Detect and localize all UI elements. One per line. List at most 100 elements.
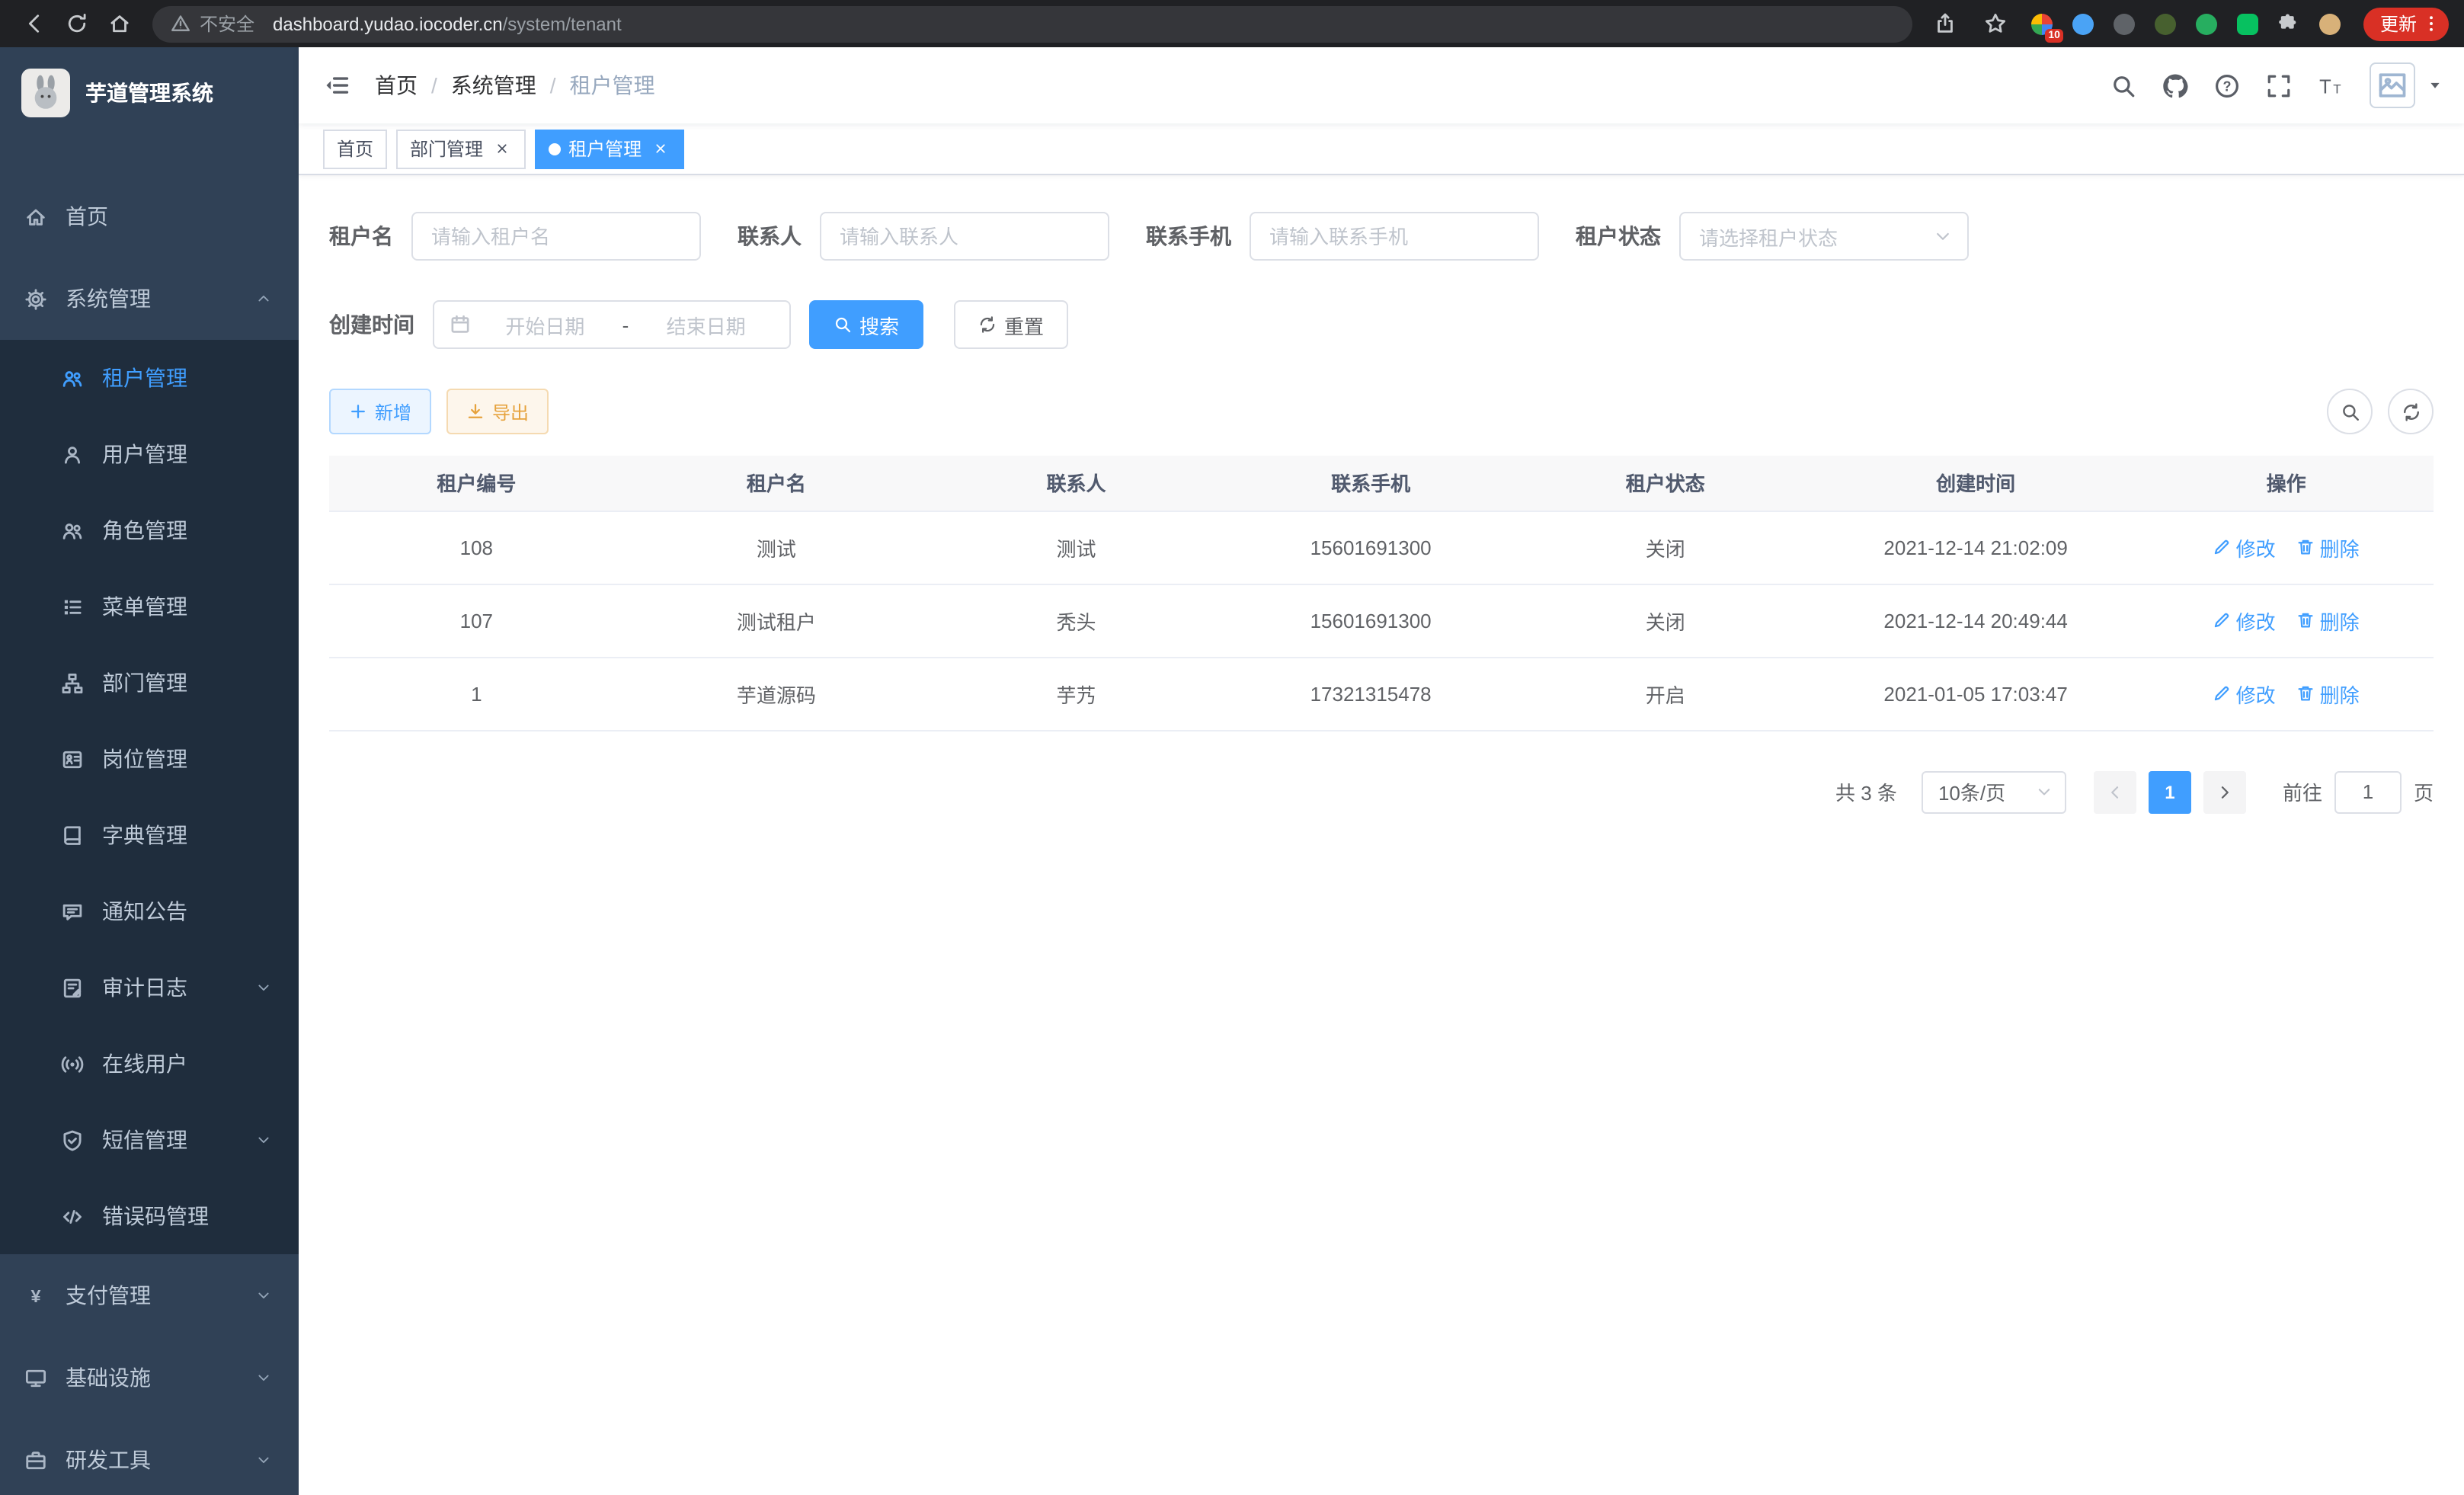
navbar-actions: ? TT [2110,62,2464,108]
table-toolbar: 新增 导出 [329,389,2434,434]
prev-page-button[interactable] [2094,770,2136,813]
cell-status: 关闭 [1518,511,1813,584]
calendar-icon [450,314,471,335]
create-time-field: 创建时间 开始日期 - 结束日期 [329,300,791,349]
help-icon[interactable]: ? [2214,72,2240,98]
kebab-menu-icon[interactable] [2421,14,2441,34]
sidebar-item-post[interactable]: 岗位管理 [0,721,299,797]
not-secure-label: 不安全 [200,11,254,37]
next-page-button[interactable] [2203,770,2246,813]
close-icon[interactable] [649,138,670,159]
sidebar-item-role[interactable]: 角色管理 [0,492,299,568]
column-header-created: 创建时间 [1813,456,2139,511]
sidebar: 芋道管理系统 首页 系统管理 租户管理 [0,47,299,1495]
search-icon[interactable] [2110,72,2136,98]
tag-dept[interactable]: 部门管理 [396,129,526,168]
app-logo[interactable]: 芋道管理系统 [0,47,299,139]
active-dot [549,142,561,155]
edit-label: 修改 [2236,606,2276,635]
tags-view: 首页 部门管理 租户管理 [299,123,2464,175]
extension-icon[interactable] [2069,10,2097,37]
plus-icon [349,402,367,421]
contact-input[interactable] [820,212,1109,261]
bookmark-star-icon[interactable] [1978,5,2014,42]
close-icon[interactable] [491,138,512,159]
delete-button[interactable]: 删除 [2297,606,2360,635]
browser-profile-avatar[interactable] [2316,10,2344,37]
sidebar-item-label: 租户管理 [102,363,187,393]
sidebar-item-online-user[interactable]: 在线用户 [0,1026,299,1102]
edit-button[interactable]: 修改 [2213,533,2276,562]
sidebar-item-user[interactable]: 用户管理 [0,416,299,492]
tag-home[interactable]: 首页 [323,129,387,168]
extensions-puzzle-icon[interactable] [2275,10,2302,37]
github-icon[interactable] [2162,72,2188,98]
add-button-label: 新增 [375,399,411,424]
extension-icon[interactable] [2152,10,2179,37]
profile-avatar-icon [2319,13,2341,34]
tenant-status-select[interactable]: 请选择租户状态 [1679,212,1969,261]
update-button[interactable]: 更新 [2363,7,2449,40]
edit-button[interactable]: 修改 [2213,606,2276,635]
extension-icon[interactable]: 10 [2028,10,2056,37]
create-time-range-picker[interactable]: 开始日期 - 结束日期 [433,300,791,349]
cell-status: 关闭 [1518,584,1813,657]
sidebar-item-audit-log[interactable]: 审计日志 [0,949,299,1026]
cell-created: 2021-12-14 21:02:09 [1813,511,2139,584]
sidebar-item-sms[interactable]: 短信管理 [0,1102,299,1178]
sidebar-item-devtools[interactable]: 研发工具 [0,1419,299,1495]
address-bar[interactable]: 不安全 dashboard.yudao.iocoder.cn/system/te… [152,5,1912,42]
sidebar-item-error-code[interactable]: 错误码管理 [0,1178,299,1254]
browser-back-icon[interactable] [15,5,52,42]
reset-button[interactable]: 重置 [954,300,1068,349]
toggle-search-button[interactable] [2327,389,2373,434]
fullscreen-icon[interactable] [2266,72,2292,98]
mobile-input[interactable] [1250,212,1539,261]
browser-reload-icon[interactable] [58,5,94,42]
chevron-down-icon [256,1452,271,1468]
sidebar-toggle[interactable] [299,72,375,99]
sidebar-item-notice[interactable]: 通知公告 [0,873,299,949]
svg-text:T: T [2319,76,2331,98]
add-button[interactable]: 新增 [329,389,431,434]
edit-label: 修改 [2236,679,2276,708]
avatar[interactable] [2370,62,2415,108]
sidebar-item-infra[interactable]: 基础设施 [0,1337,299,1419]
export-button[interactable]: 导出 [446,389,549,434]
delete-button[interactable]: 删除 [2297,533,2360,562]
sidebar-item-payment[interactable]: ¥ 支付管理 [0,1254,299,1337]
tenant-name-input[interactable] [411,212,701,261]
extension-icon[interactable] [2110,10,2138,37]
extension-icon[interactable] [2234,10,2261,37]
refresh-table-button[interactable] [2388,389,2434,434]
browser-home-icon[interactable] [101,5,137,42]
search-button[interactable]: 搜索 [809,300,923,349]
page-size-select[interactable]: 10条/页 [1922,770,2066,813]
sidebar-item-dict[interactable]: 字典管理 [0,797,299,873]
goto-page-input[interactable] [2334,770,2402,813]
tag-tenant[interactable]: 租户管理 [535,129,684,168]
select-placeholder: 请选择租户状态 [1699,222,1934,251]
tag-label: 租户管理 [568,136,642,162]
extension-blue-icon [2072,13,2094,34]
app-title: 芋道管理系统 [85,78,213,108]
breadcrumb-home[interactable]: 首页 [375,70,418,101]
sidebar-item-system[interactable]: 系统管理 [0,258,299,340]
delete-button[interactable]: 删除 [2297,679,2360,708]
cell-mobile: 15601691300 [1224,511,1518,584]
share-icon[interactable] [1928,5,1964,42]
extension-icon[interactable] [2193,10,2220,37]
font-size-icon[interactable]: TT [2318,72,2344,98]
sidebar-item-tenant[interactable]: 租户管理 [0,340,299,416]
column-header-status: 租户状态 [1518,456,1813,511]
sidebar-item-dept[interactable]: 部门管理 [0,645,299,721]
sidebar-item-menu[interactable]: 菜单管理 [0,568,299,645]
sidebar-item-home[interactable]: 首页 [0,175,299,258]
filter-row-2: 创建时间 开始日期 - 结束日期 搜索 重置 [329,300,2434,349]
cell-id: 1 [329,657,624,730]
caret-down-icon[interactable] [2427,78,2443,93]
sidebar-item-label: 通知公告 [102,896,187,927]
edit-button[interactable]: 修改 [2213,679,2276,708]
page-1-button[interactable]: 1 [2149,770,2191,813]
breadcrumb-system[interactable]: 系统管理 [451,70,536,101]
